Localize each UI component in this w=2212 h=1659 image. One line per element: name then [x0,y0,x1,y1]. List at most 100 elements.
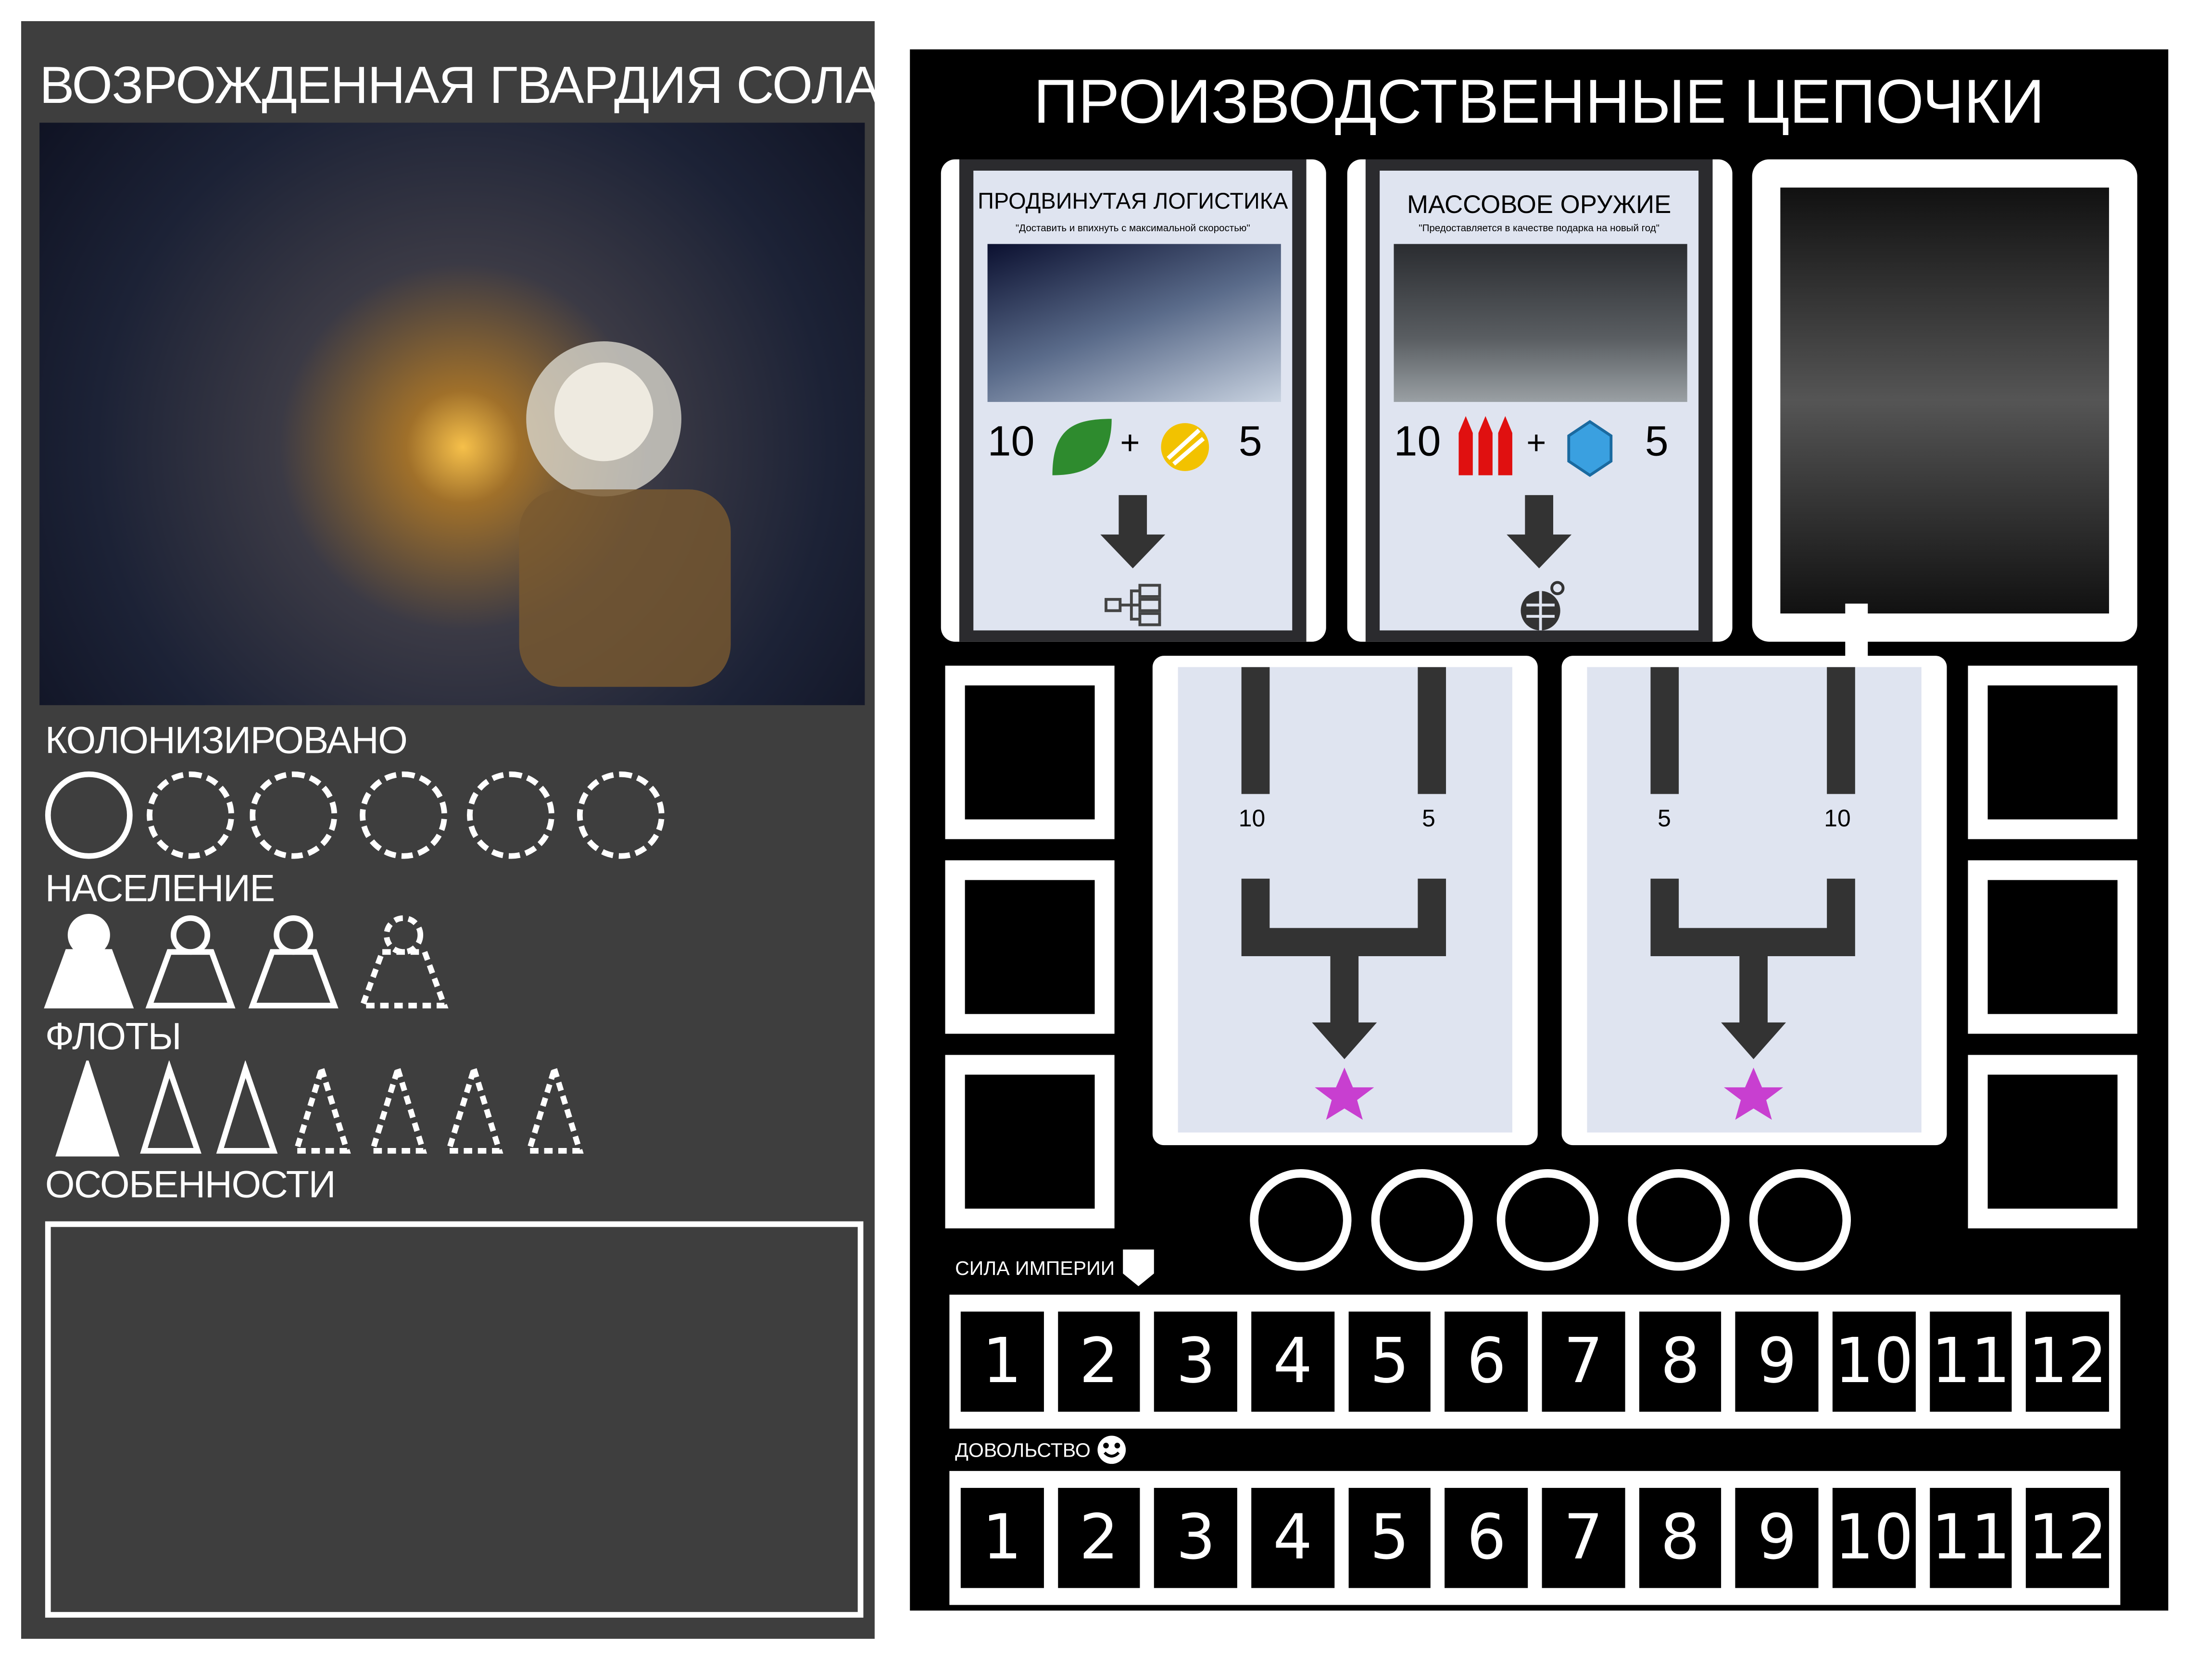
empire-power-label: СИЛА ИМПЕРИИ [955,1256,1115,1279]
population-icons [44,914,449,1009]
board-title: ПРОИЗВОДСТВЕННЫЕ ЦЕПОЧКИ [1033,67,2045,137]
colony-slot[interactable] [577,771,665,859]
features-label: ОСОБЕННОСТИ [45,1163,336,1206]
happiness-label: ДОВОЛЬСТВО [955,1438,1091,1461]
population-icon [145,915,236,1009]
plus: + [1120,424,1140,463]
chain-panel: 5 10 [1561,656,1947,1146]
track-cell[interactable]: 12 [2026,1311,2110,1412]
population-label: НАСЕЛЕНИЕ [45,867,275,910]
faction-title: ВОЗРОЖДЕННАЯ ГВАРДИЯ СОЛА [39,56,880,114]
production-card-weapons[interactable]: МАССОВОЕ ОРУЖИЕ "Предоставляется в качес… [1347,159,1733,642]
grenade-icon [1521,581,1565,631]
fleet-icon [55,1060,120,1157]
track-cell[interactable]: 11 [1929,1488,2012,1588]
chain-input-b: 5 [1422,805,1435,832]
chain-input-a: 10 [1238,805,1266,832]
track-cell[interactable]: 6 [1445,1488,1528,1588]
chain-diagram [1650,667,1855,1120]
features-box[interactable] [45,1221,864,1618]
slot-square[interactable] [1968,1055,2137,1229]
slot-square[interactable] [1968,665,2137,839]
fleet-icon [525,1060,584,1154]
track-cell[interactable]: 5 [1348,1311,1431,1412]
track-cell[interactable]: 10 [1833,1311,1916,1412]
card-title: МАССОВОЕ ОРУЖИЕ [1407,190,1672,219]
coin-icon [1161,423,1209,471]
track-cell[interactable]: 4 [1251,1488,1334,1588]
ammo-icon [1458,416,1512,475]
colonized-label: КОЛОНИЗИРОВАНО [45,719,408,762]
star-icon [1723,1067,1784,1120]
colony-slot[interactable] [250,771,338,859]
card-quote: "Предоставляется в качестве подарка на н… [1419,224,1660,234]
slot-square[interactable] [945,1055,1115,1229]
fleet-icon [292,1060,351,1154]
ring-slot[interactable] [1250,1169,1352,1271]
arrow-down-icon [1507,495,1572,569]
plus: + [1526,424,1546,463]
track-cell[interactable]: 9 [1735,1311,1819,1412]
card-title: ПРОДВИНУТАЯ ЛОГИСТИКА [978,190,1288,214]
track-cell[interactable]: 9 [1735,1488,1819,1588]
connector [1845,603,1868,660]
track-cell[interactable]: 1 [960,1488,1043,1588]
chain-input-b: 10 [1824,805,1851,832]
crystal-icon [1567,420,1613,477]
fleet-icon [368,1060,427,1154]
leaf-icon [1052,419,1112,475]
slot-square[interactable] [945,860,1115,1034]
colony-slot[interactable] [45,771,133,859]
fleet-icon [216,1060,278,1154]
happiness-track: 1 2 3 4 5 6 7 8 9 10 11 12 [949,1471,2121,1605]
track-cell[interactable]: 1 [960,1311,1043,1412]
track-cell[interactable]: 7 [1542,1488,1625,1588]
track-cell[interactable]: 7 [1542,1311,1625,1412]
ring-slot[interactable] [1749,1169,1851,1271]
colony-slot[interactable] [147,771,234,859]
smiley-icon [1097,1435,1126,1464]
cost-b: 5 [1238,419,1262,466]
track-cell[interactable]: 8 [1639,1488,1722,1588]
card-image [1394,244,1687,402]
population-icon [44,914,134,1009]
track-cell[interactable]: 10 [1833,1488,1916,1588]
track-cell[interactable]: 3 [1154,1311,1237,1412]
chain-panel: 10 5 [1152,656,1538,1146]
shield-icon [1123,1249,1154,1286]
track-cell[interactable]: 11 [1929,1311,2012,1412]
empty-card-slot[interactable] [1752,159,2137,642]
cost-b: 5 [1645,419,1669,466]
empire-power-track: 1 2 3 4 5 6 7 8 9 10 11 12 [949,1295,2121,1429]
ring-slot[interactable] [1628,1169,1730,1271]
track-cell[interactable]: 12 [2026,1488,2110,1588]
ring-slot[interactable] [1496,1169,1598,1271]
arrow-down-icon [1100,495,1166,569]
star-icon [1315,1067,1374,1120]
ring-slot[interactable] [1371,1169,1473,1271]
cost-a: 10 [1394,419,1441,466]
track-cell[interactable]: 4 [1251,1311,1334,1412]
slot-square[interactable] [1968,860,2137,1034]
card-image [987,244,1281,402]
fleet-icon [140,1060,201,1154]
track-cell[interactable]: 3 [1154,1488,1237,1588]
track-cell[interactable]: 5 [1348,1488,1431,1588]
colony-slot[interactable] [360,771,447,859]
population-icon [358,915,449,1009]
chain-diagram [1241,667,1446,1120]
track-cell[interactable]: 6 [1445,1311,1528,1412]
card-quote: "Доставить и впихнуть с максимальной ско… [1015,224,1250,234]
track-cell[interactable]: 2 [1057,1311,1141,1412]
chain-input-a: 5 [1658,805,1671,832]
fleet-icons [55,1060,584,1157]
colony-slot[interactable] [467,771,554,859]
slot-square[interactable] [945,665,1115,839]
track-cell[interactable]: 8 [1639,1311,1722,1412]
faction-artwork [39,123,865,705]
cost-a: 10 [987,419,1035,466]
population-icon [248,915,339,1009]
production-card-logistics[interactable]: ПРОДВИНУТАЯ ЛОГИСТИКА "Доставить и впихн… [941,159,1326,642]
network-icon [1105,584,1161,626]
track-cell[interactable]: 2 [1057,1488,1141,1588]
